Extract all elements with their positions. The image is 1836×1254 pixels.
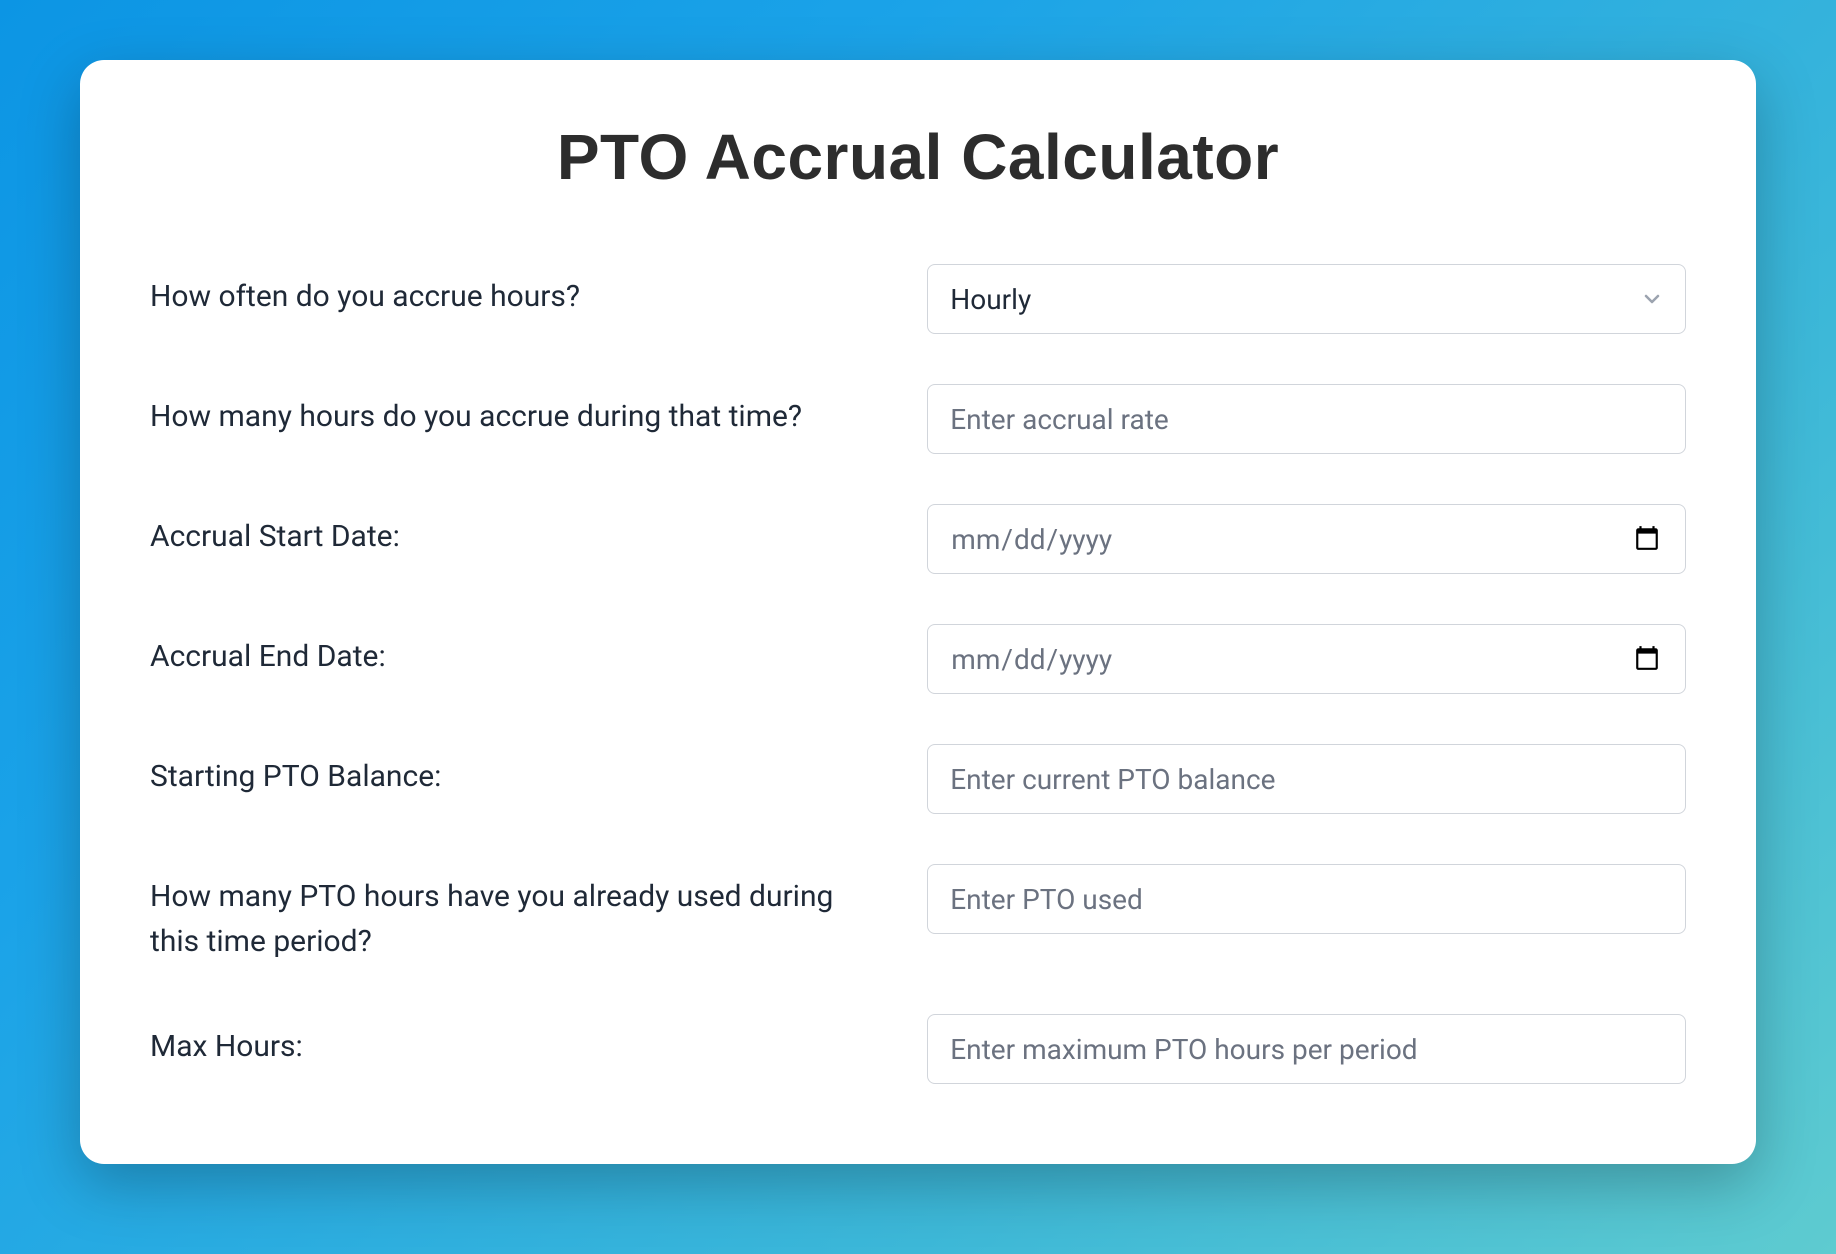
control-wrap-max-hours bbox=[927, 1014, 1686, 1084]
label-starting-balance: Starting PTO Balance: bbox=[150, 744, 887, 799]
row-rate: How many hours do you accrue during that… bbox=[150, 384, 1686, 454]
rate-input[interactable] bbox=[927, 384, 1686, 454]
row-end-date: Accrual End Date: bbox=[150, 624, 1686, 694]
row-max-hours: Max Hours: bbox=[150, 1014, 1686, 1084]
row-frequency: How often do you accrue hours? Hourly bbox=[150, 264, 1686, 334]
control-wrap-frequency: Hourly bbox=[927, 264, 1686, 334]
label-max-hours: Max Hours: bbox=[150, 1014, 887, 1069]
start-date-input[interactable] bbox=[927, 504, 1686, 574]
row-start-date: Accrual Start Date: bbox=[150, 504, 1686, 574]
calculator-card: PTO Accrual Calculator How often do you … bbox=[80, 60, 1756, 1164]
starting-balance-input[interactable] bbox=[927, 744, 1686, 814]
control-wrap-rate bbox=[927, 384, 1686, 454]
row-starting-balance: Starting PTO Balance: bbox=[150, 744, 1686, 814]
frequency-select[interactable]: Hourly bbox=[927, 264, 1686, 334]
label-start-date: Accrual Start Date: bbox=[150, 504, 887, 559]
label-rate: How many hours do you accrue during that… bbox=[150, 384, 887, 439]
page-title: PTO Accrual Calculator bbox=[150, 120, 1686, 194]
control-wrap-starting-balance bbox=[927, 744, 1686, 814]
label-end-date: Accrual End Date: bbox=[150, 624, 887, 679]
pto-used-input[interactable] bbox=[927, 864, 1686, 934]
label-frequency: How often do you accrue hours? bbox=[150, 264, 887, 319]
label-pto-used: How many PTO hours have you already used… bbox=[150, 864, 887, 964]
control-wrap-end-date bbox=[927, 624, 1686, 694]
control-wrap-pto-used bbox=[927, 864, 1686, 934]
control-wrap-start-date bbox=[927, 504, 1686, 574]
end-date-input[interactable] bbox=[927, 624, 1686, 694]
max-hours-input[interactable] bbox=[927, 1014, 1686, 1084]
row-pto-used: How many PTO hours have you already used… bbox=[150, 864, 1686, 964]
